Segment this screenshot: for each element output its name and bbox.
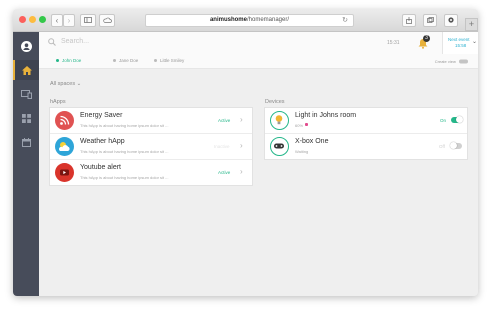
devices-icon: [20, 89, 32, 99]
user-name: Jane Doe: [119, 58, 139, 63]
sidebar-item-calendar[interactable]: [13, 132, 39, 152]
grid-icon: [21, 113, 31, 123]
happ-title: Energy Saver: [80, 112, 123, 119]
happ-description: This hApp is about having home ipsum dol…: [80, 149, 169, 154]
app-sidebar: [13, 32, 39, 296]
share-icon: [406, 17, 412, 24]
browser-toolbar: ‹ › animushome/homemanager/ ↻ +: [13, 9, 478, 32]
chevron-right-icon: ›: [240, 115, 243, 124]
device-subtitle: Waiting: [295, 149, 309, 154]
sidebar-item-home[interactable]: [13, 60, 39, 80]
sidebar-item-devices[interactable]: [13, 84, 39, 104]
url-path: /homemanager/: [246, 17, 290, 23]
happ-status: Inactive: [214, 144, 230, 149]
user-name: Little Smiley: [160, 58, 185, 63]
gamepad-icon: [270, 137, 289, 156]
device-title: X-box One: [295, 138, 329, 145]
device-toggle[interactable]: [451, 116, 463, 123]
device-subtitle: 60%: [295, 123, 304, 128]
device-state-label: On: [440, 118, 447, 123]
bulb-icon: [270, 111, 289, 130]
icloud-button[interactable]: [99, 14, 115, 27]
color-swatch: [305, 123, 308, 126]
url-host: animushome: [209, 17, 247, 23]
user-status-dot: [56, 59, 59, 63]
home-icon: [22, 65, 32, 75]
chevron-down-icon: ⌄: [471, 39, 477, 45]
back-button[interactable]: ‹: [51, 14, 63, 27]
share-button[interactable]: [402, 14, 416, 27]
sidebar-item-happs[interactable]: [13, 108, 39, 128]
chevron-right-icon: ›: [240, 167, 243, 176]
happ-row-energy-saver[interactable]: Energy Saver This hApp is about having h…: [50, 108, 252, 134]
device-toggle[interactable]: [450, 142, 462, 149]
happ-description: This hApp is about having home ipsum dol…: [80, 123, 169, 128]
next-event-time: 15:58: [455, 43, 467, 48]
happ-status: Active: [218, 118, 231, 123]
happs-section-label: hApps: [50, 99, 66, 105]
toggle-knob: [450, 142, 457, 149]
devices-list: Light in Johns room 60% On X-box One Wai…: [265, 108, 467, 159]
forward-button[interactable]: ›: [63, 14, 75, 27]
weather-icon: [55, 137, 74, 156]
create-view-label: Create view: [434, 59, 456, 64]
clock-text: 15:31: [387, 40, 400, 46]
chevron-right-icon: ›: [240, 141, 243, 150]
sidebar-icon: [84, 17, 92, 23]
minimize-window-button[interactable]: [29, 16, 36, 23]
happ-row-youtube-alert[interactable]: Youtube alert This hApp is about having …: [50, 160, 252, 185]
happ-description: This hApp is about having home ipsum dol…: [80, 175, 169, 180]
user-tab-little-smiley[interactable]: Little Smiley: [154, 58, 184, 63]
user-status-dot: [113, 59, 116, 63]
new-tab-button[interactable]: +: [465, 18, 478, 31]
reload-icon[interactable]: ↻: [342, 15, 348, 26]
user-status-dot: [154, 59, 157, 63]
app-header: Search... 15:31 3 Next event 15:58 ⌄: [39, 32, 478, 55]
tabs-icon: [426, 17, 434, 23]
device-row-light[interactable]: Light in Johns room 60% On: [265, 108, 467, 134]
happ-row-weather[interactable]: Weather hApp This hApp is about having h…: [50, 134, 252, 160]
create-view-button[interactable]: Create view: [435, 59, 468, 64]
chevron-down-icon: ⌄: [76, 81, 82, 87]
device-row-xbox[interactable]: X-box One Waiting Off: [265, 134, 467, 159]
search-icon: [48, 38, 56, 46]
user-avatar-icon: [20, 40, 32, 52]
gamepad-icon: [459, 59, 468, 64]
happ-status: Active: [218, 170, 231, 175]
toggle-knob: [456, 116, 463, 123]
close-window-button[interactable]: [19, 16, 26, 23]
sidebar-toggle-button[interactable]: [80, 14, 96, 27]
next-event-dropdown[interactable]: Next event 15:58 ⌄: [442, 32, 478, 54]
tabs-button[interactable]: [423, 14, 437, 27]
extension-button[interactable]: [444, 14, 458, 27]
user-tab-jane-doe[interactable]: Jane Doe: [113, 58, 138, 63]
happs-list: Energy Saver This hApp is about having h…: [50, 108, 252, 185]
happ-title: Weather hApp: [80, 138, 125, 145]
profile-button[interactable]: [13, 36, 39, 56]
devices-section-label: Devices: [265, 99, 285, 105]
happ-title: Youtube alert: [80, 164, 121, 171]
calendar-icon: [21, 137, 31, 147]
search-input[interactable]: Search...: [61, 38, 89, 45]
device-state-label: Off: [439, 144, 445, 149]
spaces-filter-dropdown[interactable]: All spaces ⌄: [50, 81, 81, 87]
device-title: Light in Johns room: [295, 112, 357, 119]
user-tab-john-doe[interactable]: John Doe: [56, 58, 81, 63]
spaces-label: All spaces: [50, 81, 76, 87]
browser-window: ‹ › animushome/homemanager/ ↻ + Search..…: [13, 9, 478, 296]
address-bar[interactable]: animushome/homemanager/ ↻: [145, 14, 354, 27]
cloud-icon: [102, 17, 112, 23]
rss-icon: [55, 111, 74, 130]
user-filter-bar: John Doe Jane Doe Little Smiley Create v…: [39, 54, 478, 69]
extension-icon: [448, 17, 454, 23]
user-name: John Doe: [62, 58, 82, 63]
notification-badge: 3: [423, 35, 430, 42]
youtube-icon: [55, 163, 74, 182]
zoom-window-button[interactable]: [39, 16, 46, 23]
next-event-label: Next event: [448, 37, 470, 42]
